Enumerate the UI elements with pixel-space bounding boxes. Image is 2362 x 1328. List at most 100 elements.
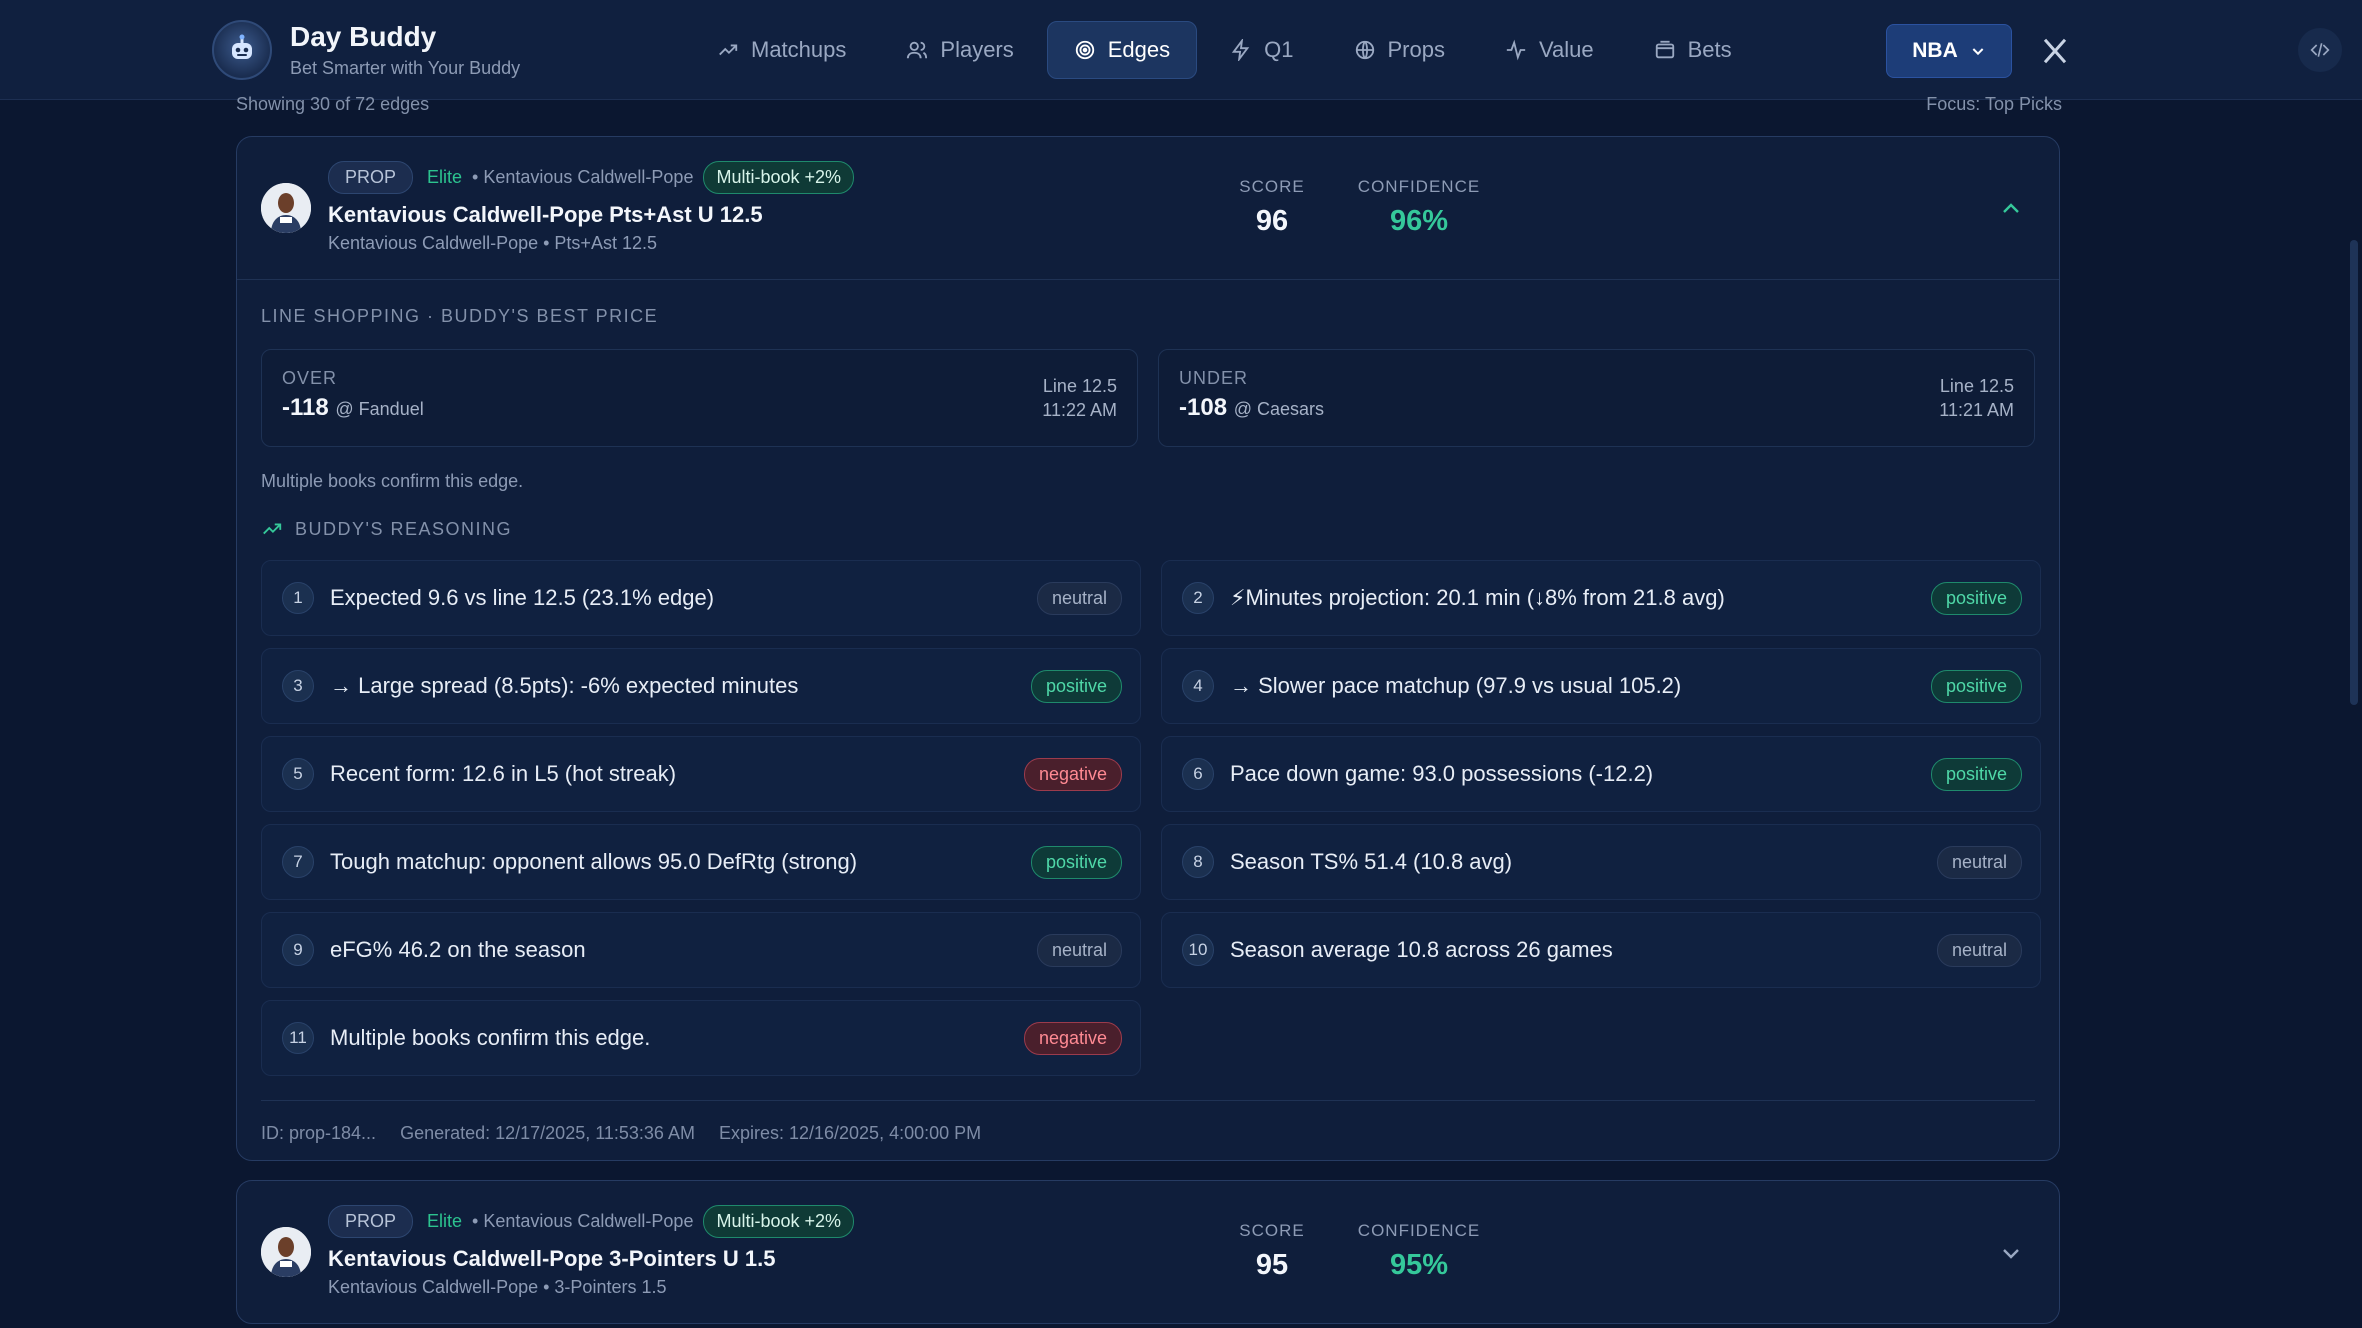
scrollbar-thumb[interactable] xyxy=(2350,240,2358,705)
chevron-down-icon[interactable] xyxy=(1999,1241,2023,1265)
sentiment-badge: negative xyxy=(1023,757,1122,791)
reason-number: 11 xyxy=(282,1022,314,1054)
basketball-icon xyxy=(1355,40,1374,60)
reason-number: 9 xyxy=(282,934,314,966)
reason-text: Recent form: 12.6 in L5 (hot streak) xyxy=(330,761,677,786)
sentiment-badge: negative xyxy=(1023,1021,1122,1055)
reason-text: Pace down game: 93.0 possessions (-12.2) xyxy=(1230,761,1654,786)
odds-value: -108 @ Caesars xyxy=(1179,394,1324,422)
reason-text: Tough matchup: opponent allows 95.0 DefR… xyxy=(330,849,858,874)
reason-item: 10 Season average 10.8 across 26 games n… xyxy=(1161,912,2041,988)
league-select[interactable]: NBA xyxy=(1886,24,2012,78)
trend-up-icon xyxy=(263,523,282,535)
x-social-icon[interactable] xyxy=(2040,36,2070,66)
line-value: Line 12.5 xyxy=(1939,376,2014,396)
score-label: SCORE xyxy=(1239,177,1305,196)
sentiment-badge: positive xyxy=(1030,845,1122,879)
pulse-icon xyxy=(1506,39,1526,61)
nav-value[interactable]: Value xyxy=(1478,21,1621,79)
edge-card: PROP Elite • Kentavious Caldwell-Pope Mu… xyxy=(236,136,2060,1161)
reason-text: → Slower pace matchup (97.9 vs usual 105… xyxy=(1230,673,1682,698)
nav-label: Edges xyxy=(1107,37,1171,62)
reason-number: 7 xyxy=(282,846,314,878)
reason-number: 10 xyxy=(1182,934,1214,966)
score-value: 95 xyxy=(1255,1249,1289,1281)
reason-item: 7 Tough matchup: opponent allows 95.0 De… xyxy=(261,824,1141,900)
reason-number: 4 xyxy=(1182,670,1214,702)
main-nav: Matchups Players Edges Q1 Props Value Be… xyxy=(690,21,1759,79)
line-info: Line 12.5 11:21 AM xyxy=(1939,374,2014,422)
nav-players[interactable]: Players xyxy=(879,21,1040,79)
tier-label: Elite xyxy=(427,167,463,187)
league-value: NBA xyxy=(1912,39,1958,62)
reasoning-heading: BUDDY'S REASONING xyxy=(295,518,512,539)
nav-q1[interactable]: Q1 xyxy=(1203,21,1320,79)
confidence-value: 95% xyxy=(1389,1249,1449,1281)
confidence-block: CONFIDENCE 96% xyxy=(1349,177,1489,238)
buddy-robot-logo-icon xyxy=(212,20,272,80)
reason-item: 2 ⚡Minutes projection: 20.1 min (↓8% fro… xyxy=(1161,560,2041,636)
nav-edges[interactable]: Edges xyxy=(1046,21,1198,79)
trend-up-icon xyxy=(719,44,738,56)
nav-matchups[interactable]: Matchups xyxy=(690,21,873,79)
line-info: Line 12.5 11:22 AM xyxy=(1042,374,1117,422)
app-subtitle: Bet Smarter with Your Buddy xyxy=(290,58,521,78)
edge-card-body: LINE SHOPPING · BUDDY'S BEST PRICE OVER … xyxy=(237,279,2059,1166)
edge-id: ID: prop-184... xyxy=(261,1123,377,1143)
edge-card-header[interactable]: PROP Elite • Kentavious Caldwell-Pope Mu… xyxy=(237,1181,2059,1323)
nav-label: Players xyxy=(940,37,1014,62)
nav-label: Bets xyxy=(1687,37,1732,62)
multi-book-badge: Multi-book +2% xyxy=(703,1205,855,1238)
edge-card-header[interactable]: PROP Elite • Kentavious Caldwell-Pope Mu… xyxy=(237,137,2059,279)
edge-subtitle: Kentavious Caldwell-Pope • 3-Pointers 1.… xyxy=(328,1277,667,1297)
reason-item: 4 → Slower pace matchup (97.9 vs usual 1… xyxy=(1161,648,2041,724)
reason-number: 3 xyxy=(282,670,314,702)
reason-number: 1 xyxy=(282,582,314,614)
multi-book-badge: Multi-book +2% xyxy=(703,161,855,194)
sentiment-badge: neutral xyxy=(1036,581,1122,615)
sentiment-badge: positive xyxy=(1930,757,2022,791)
tier-label: Elite xyxy=(427,1211,463,1231)
side-label: OVER xyxy=(282,368,338,388)
confidence-label: CONFIDENCE xyxy=(1357,1221,1481,1240)
reason-item: 3 → Large spread (8.5pts): -6% expected … xyxy=(261,648,1141,724)
under-price-box[interactable]: UNDER -108 @ Caesars Line 12.5 11:21 AM xyxy=(1158,349,2035,447)
reason-number: 6 xyxy=(1182,758,1214,790)
reason-item: 11 Multiple books confirm this edge. neg… xyxy=(261,1000,1141,1076)
reason-text: Season average 10.8 across 26 games xyxy=(1230,937,1613,962)
confidence-block: CONFIDENCE 95% xyxy=(1349,1221,1489,1282)
reason-text: eFG% 46.2 on the season xyxy=(330,937,586,962)
wallet-icon xyxy=(1655,40,1674,59)
brand[interactable]: Day Buddy Bet Smarter with Your Buddy xyxy=(212,20,520,80)
edge-card-footer: ID: prop-184... Generated: 12/17/2025, 1… xyxy=(261,1100,2035,1166)
line-shopping-heading: LINE SHOPPING · BUDDY'S BEST PRICE xyxy=(261,306,659,326)
nav-bets[interactable]: Bets xyxy=(1627,21,1759,79)
reasoning-heading-row: BUDDY'S REASONING xyxy=(261,518,2035,540)
player-avatar xyxy=(261,1227,311,1277)
reason-number: 8 xyxy=(1182,846,1214,878)
target-icon xyxy=(1075,40,1094,60)
reason-text: Expected 9.6 vs line 12.5 (23.1% edge) xyxy=(330,585,715,610)
odds-value: -118 @ Fanduel xyxy=(282,394,424,422)
generated-time: Generated: 12/17/2025, 11:53:36 AM xyxy=(400,1123,695,1143)
chevron-down-icon xyxy=(1972,48,1984,56)
score-value: 96 xyxy=(1255,205,1289,237)
sentiment-badge: positive xyxy=(1930,581,2022,615)
code-icon xyxy=(2310,43,2330,57)
reason-text: Multiple books confirm this edge. xyxy=(330,1025,651,1050)
chevron-up-icon[interactable] xyxy=(1999,197,2023,221)
sentiment-badge: neutral xyxy=(1936,933,2022,967)
sentiment-badge: neutral xyxy=(1036,933,1122,967)
results-count: Showing 30 of 72 edges xyxy=(236,94,430,114)
sportsbook-name: @ Fanduel xyxy=(335,399,424,419)
nav-props[interactable]: Props xyxy=(1327,21,1472,79)
over-price-box[interactable]: OVER -118 @ Fanduel Line 12.5 11:22 AM xyxy=(261,349,1138,447)
reason-item: 6 Pace down game: 93.0 possessions (-12.… xyxy=(1161,736,2041,812)
reason-text: ⚡Minutes projection: 20.1 min (↓8% from … xyxy=(1230,585,1725,610)
sentiment-badge: positive xyxy=(1030,669,1122,703)
focus-label: Focus: Top Picks xyxy=(1926,94,2062,114)
reason-item: 9 eFG% 46.2 on the season neutral xyxy=(261,912,1141,988)
player-avatar xyxy=(261,183,311,233)
odds-number: -118 xyxy=(282,394,329,421)
code-view-button[interactable] xyxy=(2298,28,2342,72)
